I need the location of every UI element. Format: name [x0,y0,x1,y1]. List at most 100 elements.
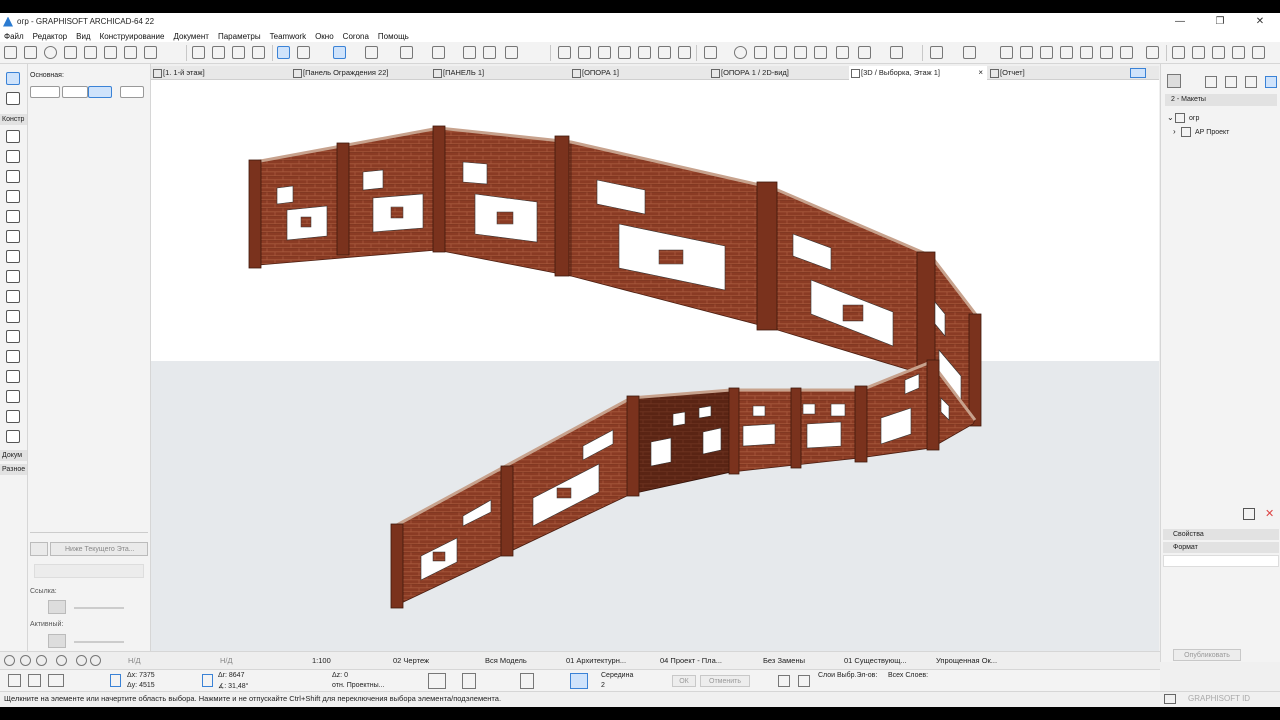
delta-x-value[interactable]: Δx: 7375 [127,672,155,679]
menu-teamwork[interactable]: Teamwork [270,32,306,41]
lamp-tool-icon[interactable] [6,410,20,423]
beam-icon[interactable] [1120,46,1133,59]
walk-icon[interactable] [754,46,767,59]
3d-viewport[interactable] [151,80,1159,651]
layer-combo-icon[interactable] [890,46,903,59]
graphic-override[interactable]: Без Замены [763,652,805,670]
arrow-option-icon[interactable] [120,86,144,98]
active-swatch[interactable] [48,634,66,648]
menu-window[interactable]: Окно [315,32,334,41]
navigator-dropdown[interactable]: 2 - Макеты [1165,94,1277,106]
3d-view-icon[interactable] [704,46,717,59]
cancel-button[interactable]: Отменить [700,675,750,687]
marquee-mode-icon[interactable] [62,86,88,98]
fit-in-window-icon[interactable] [76,655,87,666]
edit-icon[interactable] [836,46,849,59]
cut-icon[interactable] [124,46,137,59]
align-icon[interactable] [1000,46,1013,59]
menu-design[interactable]: Конструирование [100,32,165,41]
split-icon[interactable] [658,46,671,59]
menu-file[interactable]: Файл [4,32,24,41]
window-tool-icon[interactable] [6,190,20,203]
document-section[interactable]: Докум [0,450,27,461]
minimize-button[interactable]: — [1160,13,1200,30]
teamwork-icon[interactable] [463,46,476,59]
tree-child-label[interactable]: АР Проект [1195,129,1229,136]
angle-value[interactable]: ∡: 31,48° [218,682,248,690]
window-icon[interactable] [1232,46,1245,59]
save-icon[interactable] [84,46,97,59]
explode-icon[interactable] [638,46,651,59]
zone-tool-icon[interactable] [6,430,20,443]
guide-icon[interactable] [428,673,446,689]
document-icon[interactable] [1212,46,1225,59]
slab-tool-icon[interactable] [6,230,20,243]
shapes-icon[interactable] [963,46,976,59]
floor-selector-icon[interactable] [30,542,48,556]
format-section[interactable]: Формат [1163,542,1279,553]
snap-icon[interactable] [48,674,64,687]
redo-zoom-icon[interactable] [20,655,31,666]
tab-3d-selection[interactable]: [3D / Выборка, Этаж 1] × [849,66,987,80]
tab-report[interactable]: [Отчет] [988,66,1126,80]
tab-panel-1[interactable]: [ПАНЕЛЬ 1] [431,66,569,80]
delta-y-value[interactable]: Δy: 4515 [127,682,155,689]
project-map-icon[interactable] [1205,76,1217,88]
markup-icon[interactable] [858,46,871,59]
nd-value-2[interactable]: Н/Д [220,652,233,670]
trace-icon[interactable] [400,46,413,59]
reference-plane[interactable]: отн. Проектны... [332,682,385,689]
delta-icon[interactable] [110,674,121,687]
delta-r-value[interactable]: Δr: 8647 [218,672,244,679]
tab-list-icon[interactable] [1130,68,1146,78]
layer-range-dropdown[interactable]: Ниже Текущего Эта... [50,542,148,556]
structure-display[interactable]: Упрощенная Ок... [936,652,997,670]
info-icon[interactable] [44,46,57,59]
tab-close-icon[interactable]: × [978,66,983,80]
panel-icon[interactable] [1192,46,1205,59]
all-layers-label[interactable]: Всех Слоев: [888,672,928,679]
table-icon[interactable] [1040,46,1053,59]
guide-line-icon[interactable] [365,46,378,59]
selection-method-icon[interactable] [30,86,60,98]
tab-support-1-2d[interactable]: [ОПОРА 1 / 2D-вид] [709,66,847,80]
star-icon[interactable] [1146,46,1159,59]
distribute-icon[interactable] [1020,46,1033,59]
link-slider[interactable] [74,607,124,609]
menu-view[interactable]: Вид [76,32,90,41]
orbit-icon[interactable] [734,46,747,59]
special-snap-icon[interactable] [570,673,588,689]
object-tool-icon[interactable] [6,390,20,403]
tools-icon[interactable] [483,46,496,59]
adjust-icon[interactable] [578,46,591,59]
door-tool-icon[interactable] [6,210,20,223]
model-filter[interactable]: Вся Модель [485,652,527,670]
3d-explore-icon[interactable] [798,675,810,687]
selected-layers-label[interactable]: Слои Выбр.Эл-ов: [818,672,877,679]
trim-icon[interactable] [678,46,691,59]
undo-zoom-icon[interactable] [4,655,15,666]
list-icon[interactable] [1060,46,1073,59]
magic-wand-icon[interactable] [598,46,611,59]
mesh-tool-icon[interactable] [6,350,20,363]
undo-icon[interactable] [4,46,17,59]
tree-expand-icon[interactable]: ⌄ [1167,113,1174,122]
railing-tool-icon[interactable] [6,290,20,303]
zoom-out-icon[interactable] [56,655,67,666]
scissors-icon[interactable] [558,46,571,59]
menu-help[interactable]: Помощь [378,32,409,41]
floor-icon[interactable] [212,46,225,59]
roof-tool-icon[interactable] [6,250,20,263]
pen-icon[interactable] [432,46,445,59]
properties-section[interactable]: Свойства [1163,529,1279,540]
renovation-filter[interactable]: 01 Существующ... [844,652,907,670]
active-slider[interactable] [74,641,124,643]
publisher-sets-icon[interactable] [1265,76,1277,88]
delta-z-value[interactable]: Δz: 0 [332,672,348,679]
design-section[interactable]: Констр [0,114,27,125]
layers-icon[interactable] [192,46,205,59]
shell-tool-icon[interactable] [6,310,20,323]
nd-value-1[interactable]: Н/Д [128,652,141,670]
snap-points-icon[interactable] [520,673,534,689]
zoom-area-icon[interactable] [90,655,101,666]
